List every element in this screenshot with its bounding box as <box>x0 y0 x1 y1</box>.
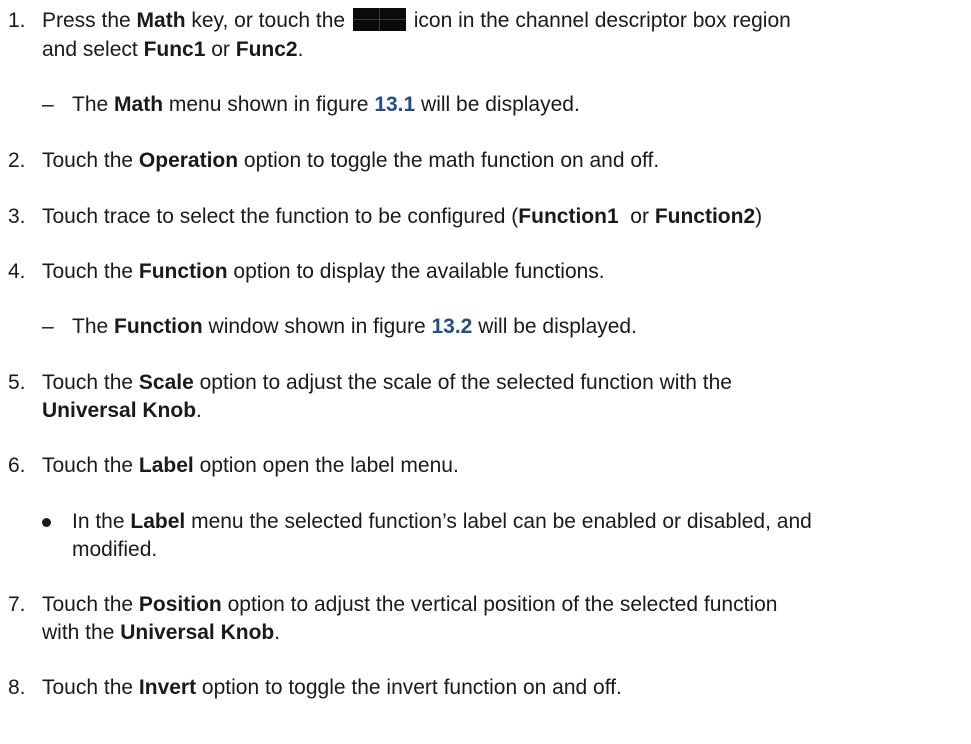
step-text: Universal Knob. <box>42 399 202 422</box>
bullet-marker <box>42 518 51 527</box>
step-text: Touch the Invert option to toggle the in… <box>42 676 622 699</box>
bullet-text: In the Label menu the selected function’… <box>72 510 812 533</box>
step-text: with the Universal Knob. <box>42 621 281 644</box>
step-number: 2. <box>8 149 26 172</box>
step-text: Touch the Position option to adjust the … <box>42 593 778 616</box>
step-text: and select Func1 or Func2. <box>42 38 304 61</box>
step-number: 5. <box>8 371 26 394</box>
step-text: Touch trace to select the function to be… <box>42 205 763 228</box>
step-text: Touch the Function option to display the… <box>42 260 605 283</box>
dash-marker: – <box>42 93 54 116</box>
dash-marker: – <box>42 315 54 338</box>
step-number: 6. <box>8 454 26 477</box>
figure-link[interactable]: 13.2 <box>431 315 472 338</box>
step-number: 8. <box>8 676 26 699</box>
sub-text: The Math menu shown in figure 13.1 will … <box>72 93 580 116</box>
step-number: 7. <box>8 593 26 616</box>
figure-link[interactable]: 13.1 <box>374 93 415 116</box>
math-channel-icon[interactable] <box>352 8 406 31</box>
step-number: 1. <box>8 9 26 32</box>
step-text: Press the Math key, or touch the icon in… <box>42 8 791 32</box>
sub-text: The Function window shown in figure 13.2… <box>72 315 637 338</box>
step-number: 3. <box>8 205 26 228</box>
step-number: 4. <box>8 260 26 283</box>
bullet-text: modified. <box>72 538 158 561</box>
step-text: Touch the Label option open the label me… <box>42 454 459 477</box>
step-text: Touch the Operation option to toggle the… <box>42 149 660 172</box>
step-text: Touch the Scale option to adjust the sca… <box>42 371 732 394</box>
